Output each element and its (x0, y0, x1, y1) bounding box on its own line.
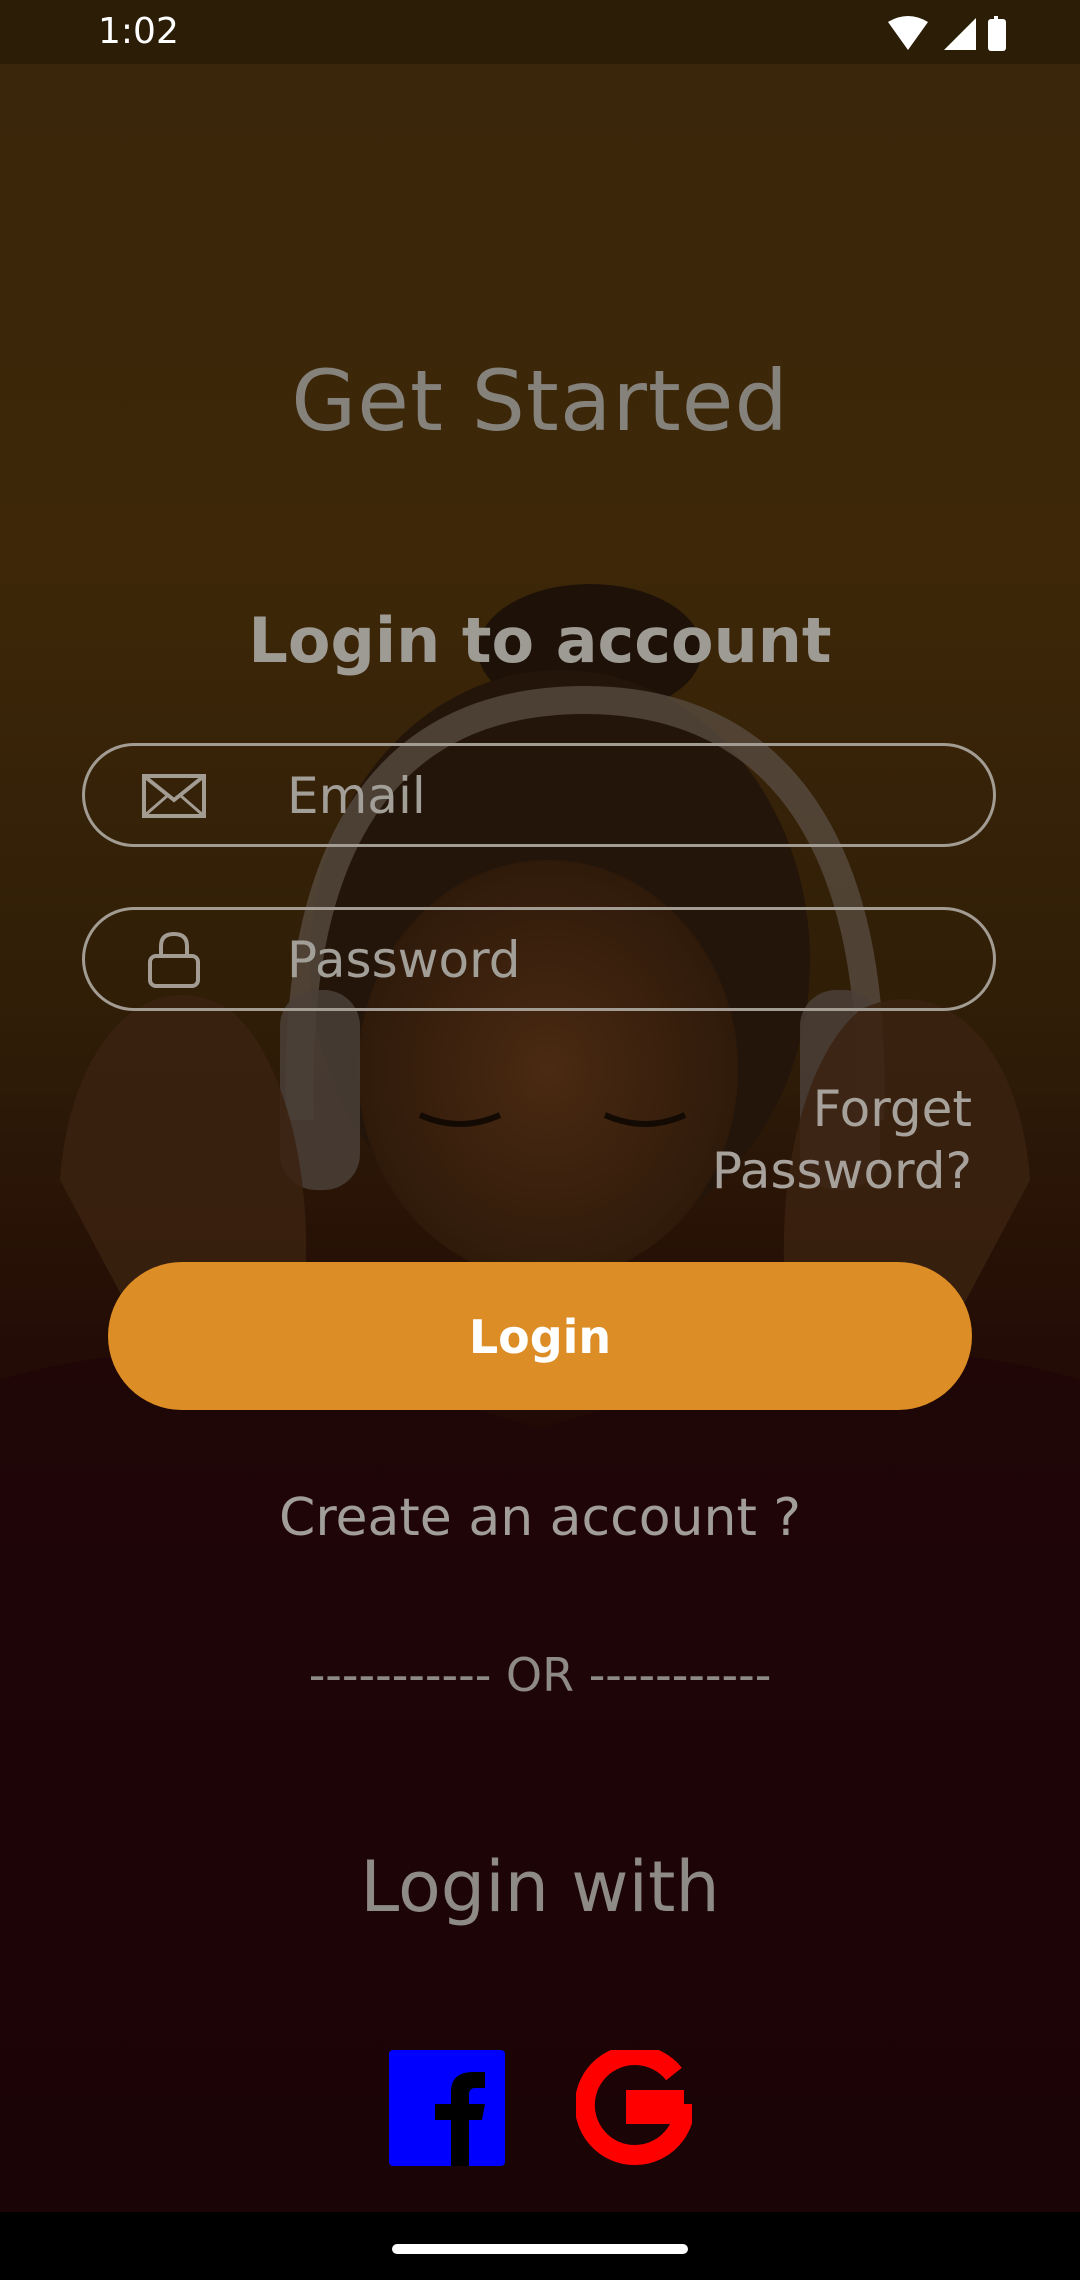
google-icon (576, 2050, 692, 2166)
lock-icon (148, 932, 200, 988)
navigation-bar (0, 2212, 1080, 2280)
mail-icon (142, 774, 206, 818)
facebook-login-button[interactable] (389, 2050, 505, 2166)
page-title: Get Started (291, 352, 789, 450)
google-login-button[interactable] (576, 2050, 692, 2166)
status-bar: 1:02 (0, 0, 1080, 64)
signal-icon (944, 18, 976, 50)
login-heading: Login to account (248, 604, 832, 677)
login-button[interactable]: Login (108, 1262, 972, 1410)
password-input[interactable] (287, 924, 967, 996)
email-input[interactable] (287, 760, 967, 832)
login-screen: 1:02 Get Started Login to account Email … (0, 0, 1080, 2280)
status-time: 1:02 (98, 11, 179, 52)
password-field[interactable] (82, 907, 996, 1011)
battery-icon (988, 16, 1006, 51)
facebook-icon (389, 2050, 505, 2166)
or-divider: ----------- OR ----------- (308, 1648, 772, 1702)
login-with-title: Login with (360, 1846, 720, 1928)
create-account-link[interactable]: Create an account ? (0, 1488, 1080, 1548)
wifi-icon (888, 16, 928, 50)
home-indicator[interactable] (392, 2244, 688, 2254)
forget-password-link[interactable]: Forget Password? (612, 1078, 972, 1202)
status-icons (888, 16, 1006, 51)
email-field[interactable] (82, 743, 996, 847)
